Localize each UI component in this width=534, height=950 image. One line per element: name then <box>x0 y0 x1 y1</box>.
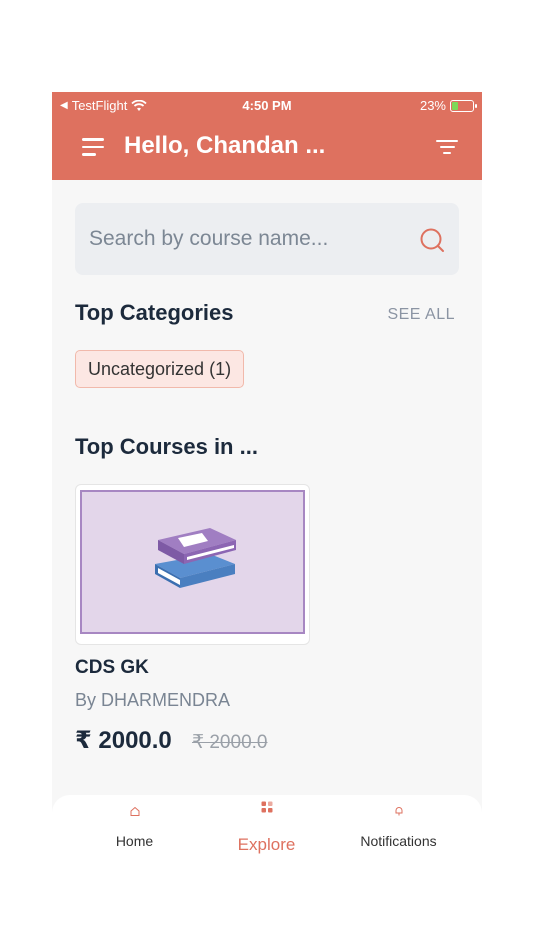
search-input[interactable] <box>89 203 409 275</box>
grid-icon <box>261 801 272 813</box>
tab-explore-label: Explore <box>237 835 296 854</box>
title-bar: Hello, Chandan ... <box>52 130 482 166</box>
search-bar <box>75 203 459 275</box>
tab-notifications[interactable]: Notifications <box>327 795 470 857</box>
course-thumbnail <box>80 490 305 634</box>
course-author: By DHARMENDRA <box>75 690 231 710</box>
course-original-price: ₹ 2000.0 <box>192 732 268 753</box>
filter-icon[interactable] <box>436 140 458 156</box>
tab-home[interactable]: Home <box>63 795 206 857</box>
status-bar: ◀ TestFlight 4:50 PM 23% <box>52 96 482 116</box>
battery-icon <box>450 99 477 112</box>
bottom-tab-bar: Home Explore Notifications <box>52 795 482 857</box>
categories-heading: Top Categories <box>75 300 234 325</box>
status-time: 4:50 PM <box>242 98 292 113</box>
course-card[interactable] <box>75 484 310 645</box>
course-price: ₹ 2000.0 <box>75 727 172 754</box>
books-icon <box>155 528 236 588</box>
bell-icon <box>395 807 402 816</box>
search-icon[interactable] <box>419 227 445 253</box>
course-title[interactable]: CDS GK <box>75 657 149 679</box>
category-chip[interactable]: Uncategorized (1) <box>75 350 245 388</box>
status-right: 23% <box>419 98 477 113</box>
tab-home-label: Home <box>115 833 154 849</box>
hamburger-menu-icon[interactable] <box>82 138 108 158</box>
app-header: ◀ TestFlight 4:50 PM 23% Hello, Chandan … <box>52 92 482 180</box>
battery-percent: 23% <box>419 98 446 113</box>
home-icon <box>130 806 139 816</box>
tab-notifications-label: Notifications <box>360 833 437 849</box>
courses-heading: Top Courses in ... <box>75 434 258 459</box>
app-screen: ◀ TestFlight 4:50 PM 23% Hello, Chandan … <box>52 92 482 857</box>
see-all-link[interactable]: SEE ALL <box>387 306 455 324</box>
tab-explore[interactable]: Explore <box>195 795 338 857</box>
page-title: Hello, Chandan ... <box>124 132 326 159</box>
